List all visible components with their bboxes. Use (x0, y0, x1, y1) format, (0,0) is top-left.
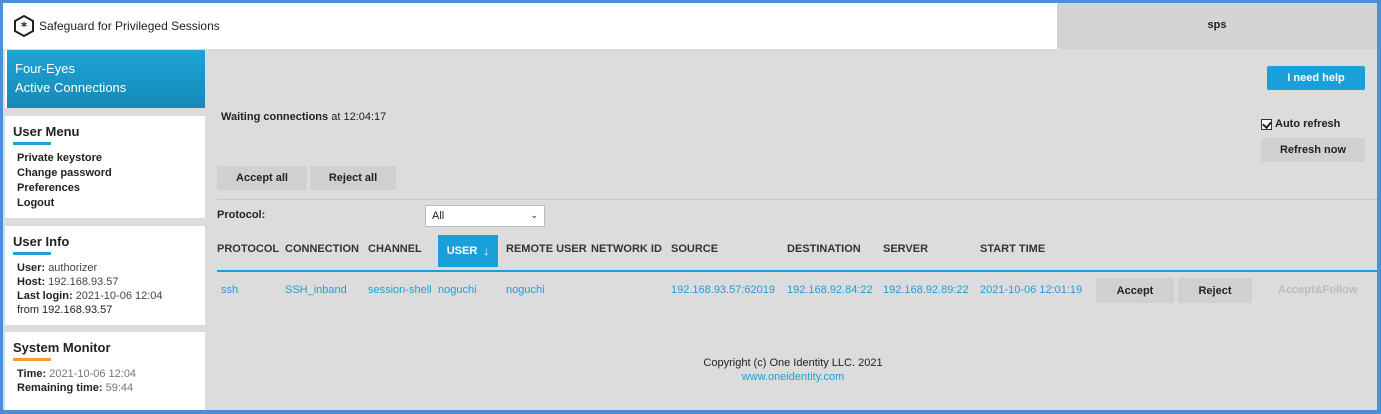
auto-refresh-toggle[interactable]: Auto refresh (1261, 118, 1340, 130)
menu-preferences[interactable]: Preferences (17, 181, 205, 196)
host-label: Host: (17, 276, 46, 288)
menu-change-password[interactable]: Change password (17, 166, 205, 181)
cell-protocol: ssh (221, 284, 239, 296)
cell-channel: session-shell (368, 284, 432, 296)
last-login-line: Last login: 2021-10-06 12:04 (17, 289, 205, 303)
cell-server: 192.168.92.89:22 (883, 284, 969, 296)
user-menu-underline (13, 142, 51, 145)
host-line: Host: 192.168.93.57 (17, 275, 205, 289)
menu-private-keystore[interactable]: Private keystore (17, 151, 205, 166)
user-label: User: (17, 262, 46, 274)
remaining-time-label: Remaining time: (17, 382, 103, 394)
protocol-filter-label: Protocol: (217, 209, 266, 221)
last-login-from: from 192.168.93.57 (17, 304, 113, 316)
nav-four-eyes-label[interactable]: Four-Eyes (15, 59, 205, 78)
top-bar: * Safeguard for Privileged Sessions sps (3, 3, 1377, 49)
hostname-display: sps (1057, 3, 1377, 49)
host-value: 192.168.93.57 (48, 276, 119, 288)
toolbar-divider (217, 199, 1377, 200)
cell-source: 192.168.93.57:62019 (671, 284, 775, 296)
user-menu-panel: User Menu Private keystore Change passwo… (5, 116, 205, 218)
cell-start-time: 2021-10-06 12:01:19 (980, 284, 1083, 296)
help-button[interactable]: I need help (1267, 66, 1365, 90)
col-destination[interactable]: DESTINATION (787, 243, 861, 255)
col-source[interactable]: SOURCE (671, 243, 718, 255)
col-start-time[interactable]: START TIME (980, 243, 1045, 255)
protocol-select[interactable]: All ⌄ (425, 205, 545, 227)
accept-all-button[interactable]: Accept all (217, 166, 307, 190)
reject-button[interactable]: Reject (1178, 278, 1252, 303)
accept-button[interactable]: Accept (1096, 278, 1174, 303)
footer-copyright: Copyright (c) One Identity LLC. 2021 (703, 357, 883, 369)
table-header-rule (217, 270, 1377, 272)
footer-website-link[interactable]: www.oneidentity.com (3, 371, 1377, 383)
nav-active-four-eyes[interactable]: Four-Eyes Active Connections (5, 50, 205, 108)
user-info-underline (13, 252, 51, 255)
waiting-time: at 12:04:17 (331, 111, 387, 123)
user-info-panel: User Info User: authorizer Host: 192.168… (5, 226, 205, 325)
svg-text:*: * (21, 20, 28, 34)
waiting-connections-heading: Waiting connections at 12:04:17 (221, 111, 386, 123)
safeguard-logo-icon[interactable]: * (13, 15, 35, 37)
reject-all-button[interactable]: Reject all (310, 166, 396, 190)
col-network-id[interactable]: NETWORK ID (591, 243, 662, 255)
sort-down-arrow-icon[interactable]: ↓ (483, 244, 489, 258)
nav-active-connections-label[interactable]: Active Connections (15, 78, 205, 97)
col-channel[interactable]: CHANNEL (368, 243, 422, 255)
cell-user: noguchi (438, 284, 477, 296)
auto-refresh-label[interactable]: Auto refresh (1275, 118, 1340, 130)
user-menu-title: User Menu (13, 124, 80, 139)
app-title: Safeguard for Privileged Sessions (39, 19, 220, 33)
system-monitor-title: System Monitor (13, 340, 111, 355)
cell-remote-user: noguchi (506, 284, 545, 296)
remaining-time-value: 59:44 (105, 382, 134, 394)
remaining-time-line: Remaining time: 59:44 (17, 381, 205, 395)
accept-follow-button[interactable]: Accept&Follow (1278, 284, 1357, 296)
chevron-down-icon[interactable]: ⌄ (530, 210, 538, 221)
waiting-label: Waiting connections (221, 111, 329, 123)
user-value: authorizer (48, 262, 98, 274)
col-user[interactable]: USER (447, 245, 478, 257)
user-info-title: User Info (13, 234, 70, 249)
col-remote-user[interactable]: REMOTE USER (506, 243, 587, 255)
col-server[interactable]: SERVER (883, 243, 928, 255)
last-login-value: 2021-10-06 12:04 (75, 290, 163, 302)
col-user-sorted[interactable]: USER ↓ (438, 235, 498, 267)
col-connection[interactable]: CONNECTION (285, 243, 359, 255)
col-protocol[interactable]: PROTOCOL (217, 243, 279, 255)
cell-destination: 192.168.92.84:22 (787, 284, 873, 296)
app-window: * Safeguard for Privileged Sessions sps … (3, 3, 1377, 410)
menu-logout[interactable]: Logout (17, 196, 205, 211)
refresh-now-button[interactable]: Refresh now (1261, 138, 1365, 162)
auto-refresh-checkbox[interactable] (1261, 118, 1272, 130)
last-login-label: Last login: (17, 290, 73, 302)
user-line: User: authorizer (17, 261, 205, 275)
cell-connection: SSH_inband (285, 284, 347, 296)
protocol-selected-value[interactable]: All (432, 210, 444, 222)
